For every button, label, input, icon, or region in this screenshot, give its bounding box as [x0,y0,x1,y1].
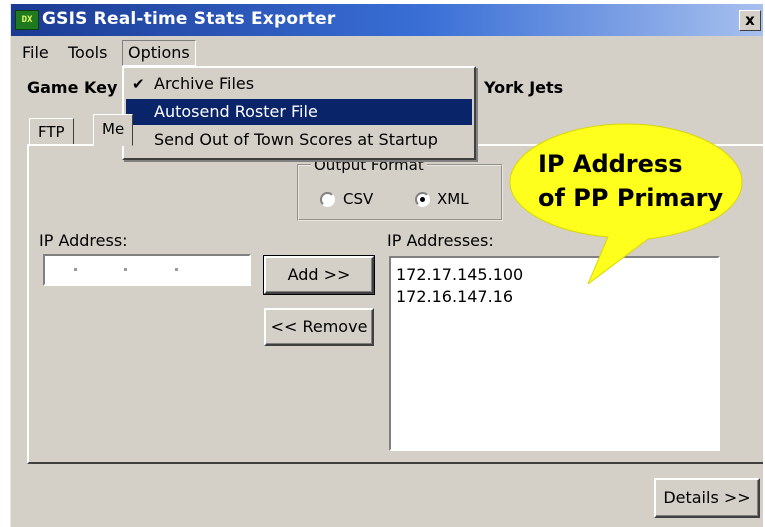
menu-item-label: Send Out of Town Scores at Startup [154,130,438,149]
menu-item-label: Archive Files [154,74,255,93]
menu-item-label: Autosend Roster File [154,102,318,121]
app-window: DX GSIS Real-time Stats Exporter x File … [10,4,763,527]
options-dropdown-menu: ✔ Archive Files Autosend Roster File Sen… [122,66,476,160]
details-button[interactable]: Details >> [654,478,760,518]
tab-active[interactable]: Me [93,114,134,146]
menu-file[interactable]: File [17,42,54,64]
menu-tools[interactable]: Tools [63,42,112,64]
callout-line-1: IP Address [538,150,683,178]
annotation-callout: IP Address of PP Primary [508,122,744,284]
menu-item-autosend-roster[interactable]: Autosend Roster File [126,99,472,125]
remove-button[interactable]: << Remove [264,308,374,346]
add-button[interactable]: Add >> [263,255,375,295]
radio-xml-label: XML [437,190,469,208]
radio-xml[interactable] [415,192,430,207]
checkmark-icon: ✔ [132,75,145,93]
window-title: GSIS Real-time Stats Exporter [42,9,336,29]
list-item[interactable]: 172.17.145.100 [396,264,523,286]
callout-line-2: of PP Primary [538,184,724,212]
menu-bar: File Tools Options [11,36,763,70]
list-item[interactable]: 172.16.147.16 [396,286,513,308]
app-icon: DX [15,10,39,30]
title-bar[interactable]: DX GSIS Real-time Stats Exporter x [11,4,763,36]
game-key-label: Game Key [27,78,118,97]
team-name-label: York Jets [484,78,564,97]
radio-selected-dot [420,197,425,202]
ip-addresses-label: IP Addresses: [387,231,494,250]
ip-octet-separator [175,268,178,271]
menu-options[interactable]: Options [122,40,196,66]
ip-addresses-list[interactable]: 172.17.145.100 172.16.147.16 [389,256,720,451]
ip-address-input[interactable] [43,254,251,286]
radio-csv[interactable] [320,192,335,207]
menu-item-send-scores[interactable]: Send Out of Town Scores at Startup [126,127,472,153]
menu-item-archive-files[interactable]: ✔ Archive Files [126,71,472,97]
ip-address-label: IP Address: [39,231,128,250]
ip-octet-separator [124,268,127,271]
tab-ftp[interactable]: FTP [29,118,74,146]
ip-octet-separator [74,268,77,271]
radio-csv-label: CSV [343,190,374,208]
close-button[interactable]: x [739,10,761,31]
